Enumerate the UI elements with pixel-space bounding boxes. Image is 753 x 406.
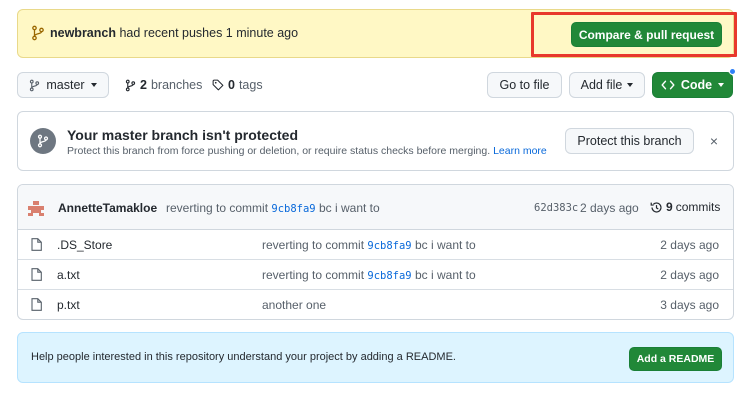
branches-label: branches xyxy=(150,78,203,92)
add-file-label: Add file xyxy=(580,78,623,92)
commits-count: 9 xyxy=(666,200,673,214)
file-commit-sha[interactable]: 9cb8fa9 xyxy=(367,270,411,282)
file-age: 2 days ago xyxy=(660,268,719,282)
banner-message: newbranch had recent pushes 1 minute ago xyxy=(50,26,298,40)
commit-age: 2 days ago xyxy=(580,201,639,215)
commit-message-prefix: reverting to commit xyxy=(166,201,269,215)
commit-sha[interactable]: 62d383c xyxy=(534,202,578,214)
commits-link[interactable]: 9 commits xyxy=(650,200,720,214)
file-row: a.txt reverting to commit 9cb8fa9 bc i w… xyxy=(18,260,733,290)
add-readme-button[interactable]: Add a README xyxy=(629,347,722,371)
file-commit-sha[interactable]: 9cb8fa9 xyxy=(367,240,411,252)
close-icon[interactable]: × xyxy=(707,132,721,150)
tags-count: 0 xyxy=(228,78,235,92)
branches-count: 2 xyxy=(140,78,147,92)
chevron-down-icon xyxy=(627,83,634,87)
code-icon xyxy=(661,80,675,90)
current-branch-label: master xyxy=(46,78,85,92)
file-icon xyxy=(31,268,42,281)
file-row: .DS_Store reverting to commit 9cb8fa9 bc… xyxy=(18,230,733,260)
git-branch-icon xyxy=(32,25,44,41)
tags-link[interactable]: 0 tags xyxy=(212,78,263,92)
tag-icon xyxy=(212,79,224,91)
file-commit-message[interactable]: reverting to commit 9cb8fa9 bc i want to xyxy=(262,238,476,252)
banner-push-text: had recent pushes 1 minute ago xyxy=(116,26,299,40)
file-age: 2 days ago xyxy=(660,238,719,252)
commit-message-sha[interactable]: 9cb8fa9 xyxy=(271,203,315,215)
go-to-file-button[interactable]: Go to file xyxy=(487,72,562,98)
code-button[interactable]: Code xyxy=(652,72,733,98)
protection-title: Your master branch isn't protected xyxy=(67,127,299,143)
banner-branch-name[interactable]: newbranch xyxy=(50,26,116,40)
add-file-button[interactable]: Add file xyxy=(569,72,645,98)
file-commit-prefix: reverting to commit xyxy=(262,238,365,252)
git-branch-icon xyxy=(30,79,40,91)
learn-more-link[interactable]: Learn more xyxy=(493,145,547,157)
branch-protection-notice: Your master branch isn't protected Prote… xyxy=(17,111,734,171)
commit-author[interactable]: AnnetteTamakloe xyxy=(58,201,157,215)
highlight-outline xyxy=(531,12,737,57)
branches-link[interactable]: 2 branches xyxy=(125,78,202,92)
file-row: p.txt another one 3 days ago xyxy=(18,290,733,319)
avatar[interactable] xyxy=(26,199,46,217)
commit-message[interactable]: reverting to commit 9cb8fa9 bc i want to xyxy=(166,201,380,215)
chevron-down-icon xyxy=(90,83,97,87)
protection-description: Protect this branch from force pushing o… xyxy=(67,145,547,157)
branch-select-button[interactable]: master xyxy=(17,72,109,98)
commits-label: commits xyxy=(675,200,721,214)
readme-message: Help people interested in this repositor… xyxy=(31,351,456,363)
history-icon xyxy=(650,201,662,213)
tags-label: tags xyxy=(238,78,263,92)
readme-prompt: Help people interested in this repositor… xyxy=(17,332,734,383)
code-label: Code xyxy=(680,78,713,92)
file-name[interactable]: p.txt xyxy=(57,298,80,312)
protect-branch-button[interactable]: Protect this branch xyxy=(565,128,694,154)
file-list: AnnetteTamakloe reverting to commit 9cb8… xyxy=(17,184,734,320)
notification-dot xyxy=(729,68,736,75)
file-commit-suffix: bc i want to xyxy=(414,268,476,282)
latest-commit-bar: AnnetteTamakloe reverting to commit 9cb8… xyxy=(18,185,733,230)
file-age: 3 days ago xyxy=(660,298,719,312)
file-commit-message[interactable]: another one xyxy=(262,298,326,312)
file-commit-message[interactable]: reverting to commit 9cb8fa9 bc i want to xyxy=(262,268,476,282)
chevron-down-icon xyxy=(718,83,725,87)
file-commit-suffix: bc i want to xyxy=(414,238,476,252)
file-commit-prefix: reverting to commit xyxy=(262,268,365,282)
protection-description-text: Protect this branch from force pushing o… xyxy=(67,145,491,157)
file-name[interactable]: .DS_Store xyxy=(57,238,112,252)
commit-message-suffix: bc i want to xyxy=(318,201,380,215)
git-branch-icon xyxy=(30,128,56,154)
file-name[interactable]: a.txt xyxy=(57,268,80,282)
file-icon xyxy=(31,238,42,251)
file-icon xyxy=(31,298,42,311)
git-branch-icon xyxy=(125,79,136,91)
